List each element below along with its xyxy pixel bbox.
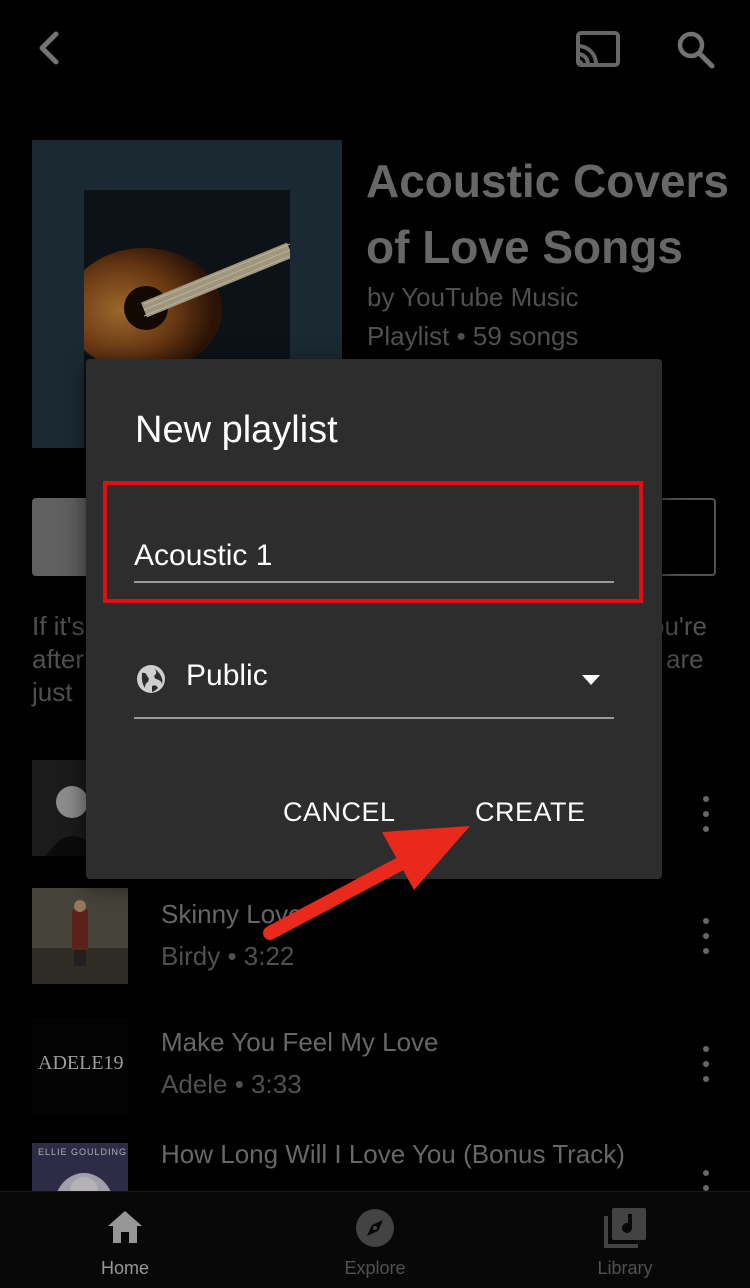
annotation-arrow-icon — [263, 826, 470, 940]
